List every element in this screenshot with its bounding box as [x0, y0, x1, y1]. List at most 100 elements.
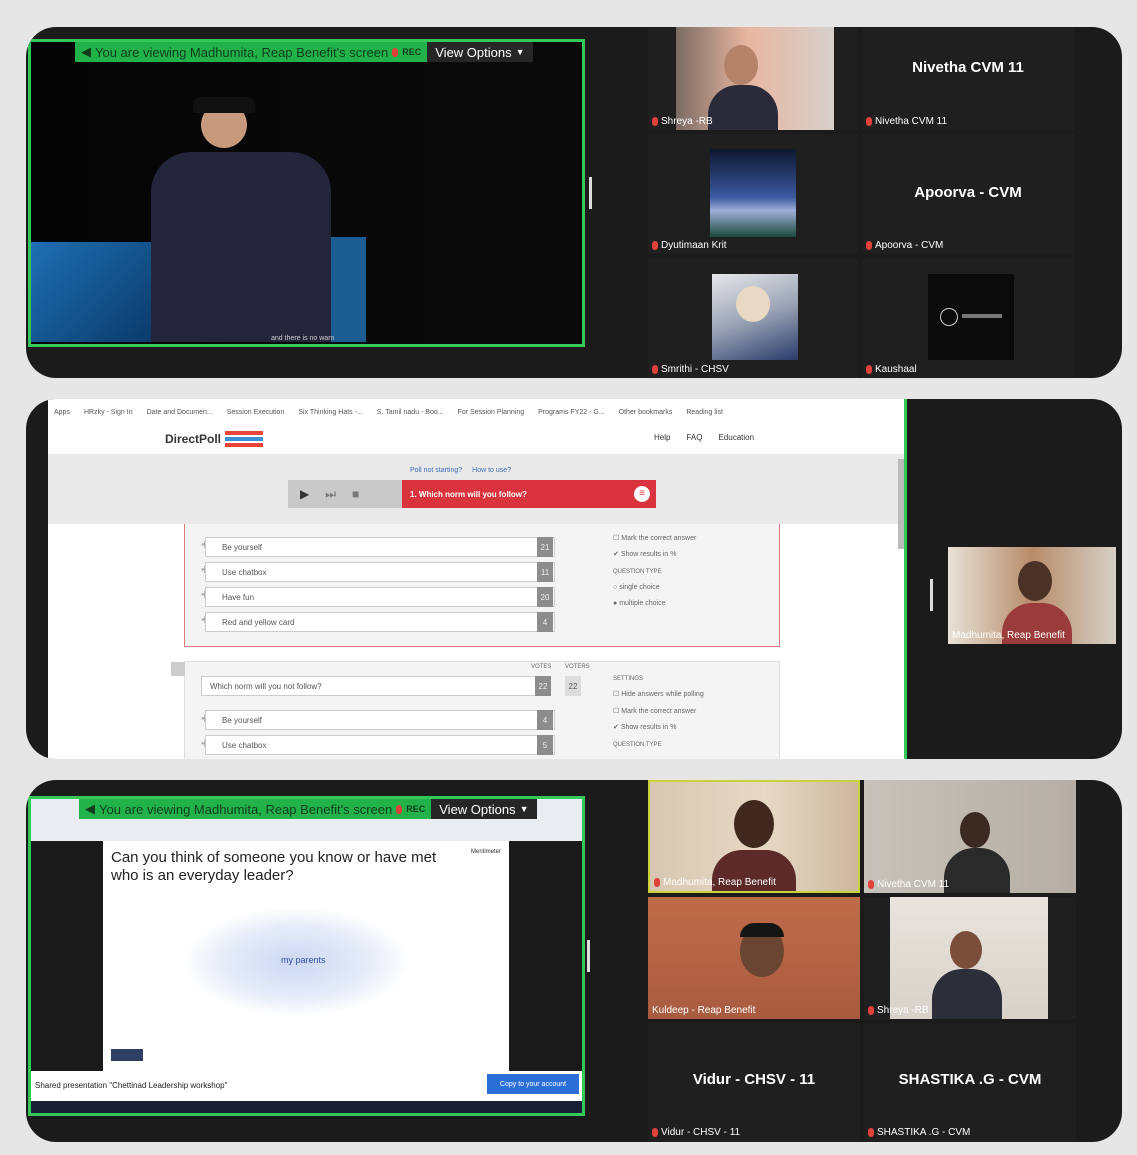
- participant-name: Shreya -RB: [661, 116, 713, 127]
- participant-video: [890, 897, 1048, 1019]
- bookmark-item[interactable]: Session Execution: [227, 409, 285, 416]
- list-icon[interactable]: ≡: [634, 486, 650, 502]
- participant-name-tag: Shreya -RB: [652, 116, 713, 127]
- bookmark-item[interactable]: Other bookmarks: [619, 409, 673, 416]
- vote-count: 4: [537, 710, 553, 730]
- mic-icon: [392, 47, 399, 57]
- help-link[interactable]: Poll not starting?: [410, 467, 462, 474]
- setting-label: Show results in %: [620, 551, 677, 558]
- setting-checkbox[interactable]: ✔ Show results in %: [613, 723, 676, 731]
- mic-muted-icon: [652, 117, 658, 126]
- participant-tile[interactable]: Vidur - CHSV - 11 Vidur - CHSV - 11: [648, 1023, 860, 1142]
- slide-right-bar: [509, 841, 582, 1071]
- participant-video: [864, 780, 1076, 893]
- setting-checkbox[interactable]: ☐ Mark the correct answer: [613, 534, 696, 542]
- collapse-icon[interactable]: [171, 662, 185, 676]
- mic-muted-icon: [868, 1006, 874, 1015]
- mic-muted-icon: [866, 365, 872, 374]
- stop-icon[interactable]: ■: [352, 487, 359, 501]
- nav-education-link[interactable]: Education: [718, 433, 754, 442]
- type-radio[interactable]: ○ single choice: [613, 584, 660, 591]
- participant-tile[interactable]: Nivetha CVM 11: [864, 780, 1076, 893]
- bookmark-item[interactable]: For Session Planning: [458, 409, 525, 416]
- help-link[interactable]: How to use?: [472, 467, 511, 474]
- participant-name: Kuldeep - Reap Benefit: [652, 1005, 756, 1016]
- votes-count: 22: [535, 676, 551, 696]
- view-options-button[interactable]: View Options ▼: [427, 42, 533, 62]
- participant-name: Madhumita, Reap Benefit: [952, 630, 1065, 641]
- scrollbar[interactable]: [898, 459, 904, 549]
- bookmark-item[interactable]: S. Tamil nadu - Boo...: [377, 409, 444, 416]
- bookmark-item[interactable]: Reading list: [686, 409, 723, 416]
- current-question-bar[interactable]: 1. Which norm will you follow? ≡: [402, 480, 656, 508]
- split-divider[interactable]: [587, 940, 590, 972]
- participant-tile[interactable]: Kuldeep - Reap Benefit: [648, 897, 860, 1019]
- option-field[interactable]: Red and yellow card: [205, 612, 555, 632]
- split-divider[interactable]: [589, 177, 592, 209]
- question-type-heading: QUESTION TYPE: [613, 569, 662, 575]
- mic-muted-icon: [866, 241, 872, 250]
- participant-tile[interactable]: Shreya -RB: [648, 27, 858, 130]
- bookmark-item[interactable]: Six Thinking Hats -...: [298, 409, 362, 416]
- type-radio[interactable]: ● multiple choice: [613, 600, 666, 607]
- option-field[interactable]: Be yourself: [205, 537, 555, 557]
- participant-video: [676, 27, 834, 130]
- question-1-card: ✚ Be yourself 21 ✚ Use chatbox 11 ✚ Have…: [184, 524, 780, 647]
- participant-tile[interactable]: Apoorva - CVM Apoorva - CVM: [862, 134, 1074, 254]
- type-label: multiple choice: [619, 600, 666, 607]
- participant-tile[interactable]: Dyutimaan Krit: [648, 134, 858, 254]
- participant-tile[interactable]: SHASTIKA .G - CVM SHASTIKA .G - CVM: [864, 1023, 1076, 1142]
- participant-tile[interactable]: Kaushaal: [862, 258, 1074, 378]
- bookmark-item[interactable]: Programs FY22 - G...: [538, 409, 605, 416]
- logo-icon: [940, 308, 958, 326]
- participant-tile[interactable]: Madhumita, Reap Benefit: [648, 780, 860, 893]
- next-icon[interactable]: ⏭: [325, 487, 336, 502]
- view-options-button[interactable]: View Options ▼: [431, 799, 537, 819]
- question-text-field[interactable]: Which norm will you not follow?: [201, 676, 547, 696]
- shared-browser-screen[interactable]: Apps HRzky - Sign In Date and Documen...…: [48, 399, 907, 759]
- meeting-panel-1: and there is no warn ◀ You are viewing Ma…: [26, 27, 1122, 378]
- setting-checkbox[interactable]: ✔ Show results in %: [613, 550, 676, 558]
- slide-control[interactable]: [111, 1049, 143, 1061]
- participant-tile[interactable]: Shreya -RB: [864, 897, 1076, 1019]
- shared-screen[interactable]: ◀ You are viewing Madhumita, Reap Benefit…: [28, 796, 585, 1116]
- participant-name: Shreya -RB: [877, 1005, 929, 1016]
- voters-header: VOTERS: [565, 664, 590, 670]
- vote-count: 21: [537, 537, 553, 557]
- voters-count: 22: [565, 676, 581, 696]
- option-field[interactable]: Be yourself: [205, 710, 555, 730]
- nav-faq-link[interactable]: FAQ: [686, 433, 702, 442]
- participant-tile[interactable]: Nivetha CVM 11 Nivetha CVM 11: [862, 27, 1074, 130]
- option-field[interactable]: Use chatbox: [205, 735, 555, 755]
- shared-screen[interactable]: and there is no warn ◀ You are viewing Ma…: [28, 39, 585, 347]
- participant-name-tag: Kaushaal: [866, 364, 917, 375]
- site-logo[interactable]: DirectPoll: [165, 431, 264, 447]
- screen-share-banner: ◀ You are viewing Madhumita, Reap Benefit…: [79, 799, 537, 819]
- play-icon[interactable]: ▶: [300, 487, 309, 501]
- share-icon: ◀: [81, 44, 91, 59]
- participant-name: Nivetha CVM 11: [877, 879, 950, 890]
- bookmark-item[interactable]: Apps: [54, 409, 70, 416]
- chevron-down-icon: ▼: [519, 804, 529, 814]
- participant-avatar-image: [928, 274, 1014, 360]
- participant-tile[interactable]: Smrithi - CHSV: [648, 258, 858, 378]
- setting-checkbox[interactable]: ☐ Mark the correct answer: [613, 707, 696, 715]
- votes-header: VOTES: [531, 664, 552, 670]
- share-icon: ◀: [85, 801, 95, 816]
- setting-checkbox[interactable]: ☐ Hide answers while polling: [613, 690, 704, 698]
- copy-to-account-button[interactable]: Copy to your account: [487, 1074, 579, 1094]
- meeting-panel-2: Apps HRzky - Sign In Date and Documen...…: [26, 399, 1122, 759]
- rec-label: REC: [406, 804, 426, 814]
- participant-video: [648, 897, 860, 1019]
- bookmark-item[interactable]: Date and Documen...: [147, 409, 213, 416]
- participant-tile[interactable]: Madhumita, Reap Benefit: [948, 547, 1116, 644]
- split-divider[interactable]: [930, 579, 933, 611]
- mic-muted-icon: [868, 1128, 874, 1137]
- option-field[interactable]: Have fun: [205, 587, 555, 607]
- setting-label: Hide answers while polling: [621, 691, 704, 698]
- participant-name: Smrithi - CHSV: [661, 364, 729, 375]
- option-field[interactable]: Use chatbox: [205, 562, 555, 582]
- nav-help-link[interactable]: Help: [654, 433, 670, 442]
- participant-name: Kaushaal: [875, 364, 917, 375]
- bookmark-item[interactable]: HRzky - Sign In: [84, 409, 133, 416]
